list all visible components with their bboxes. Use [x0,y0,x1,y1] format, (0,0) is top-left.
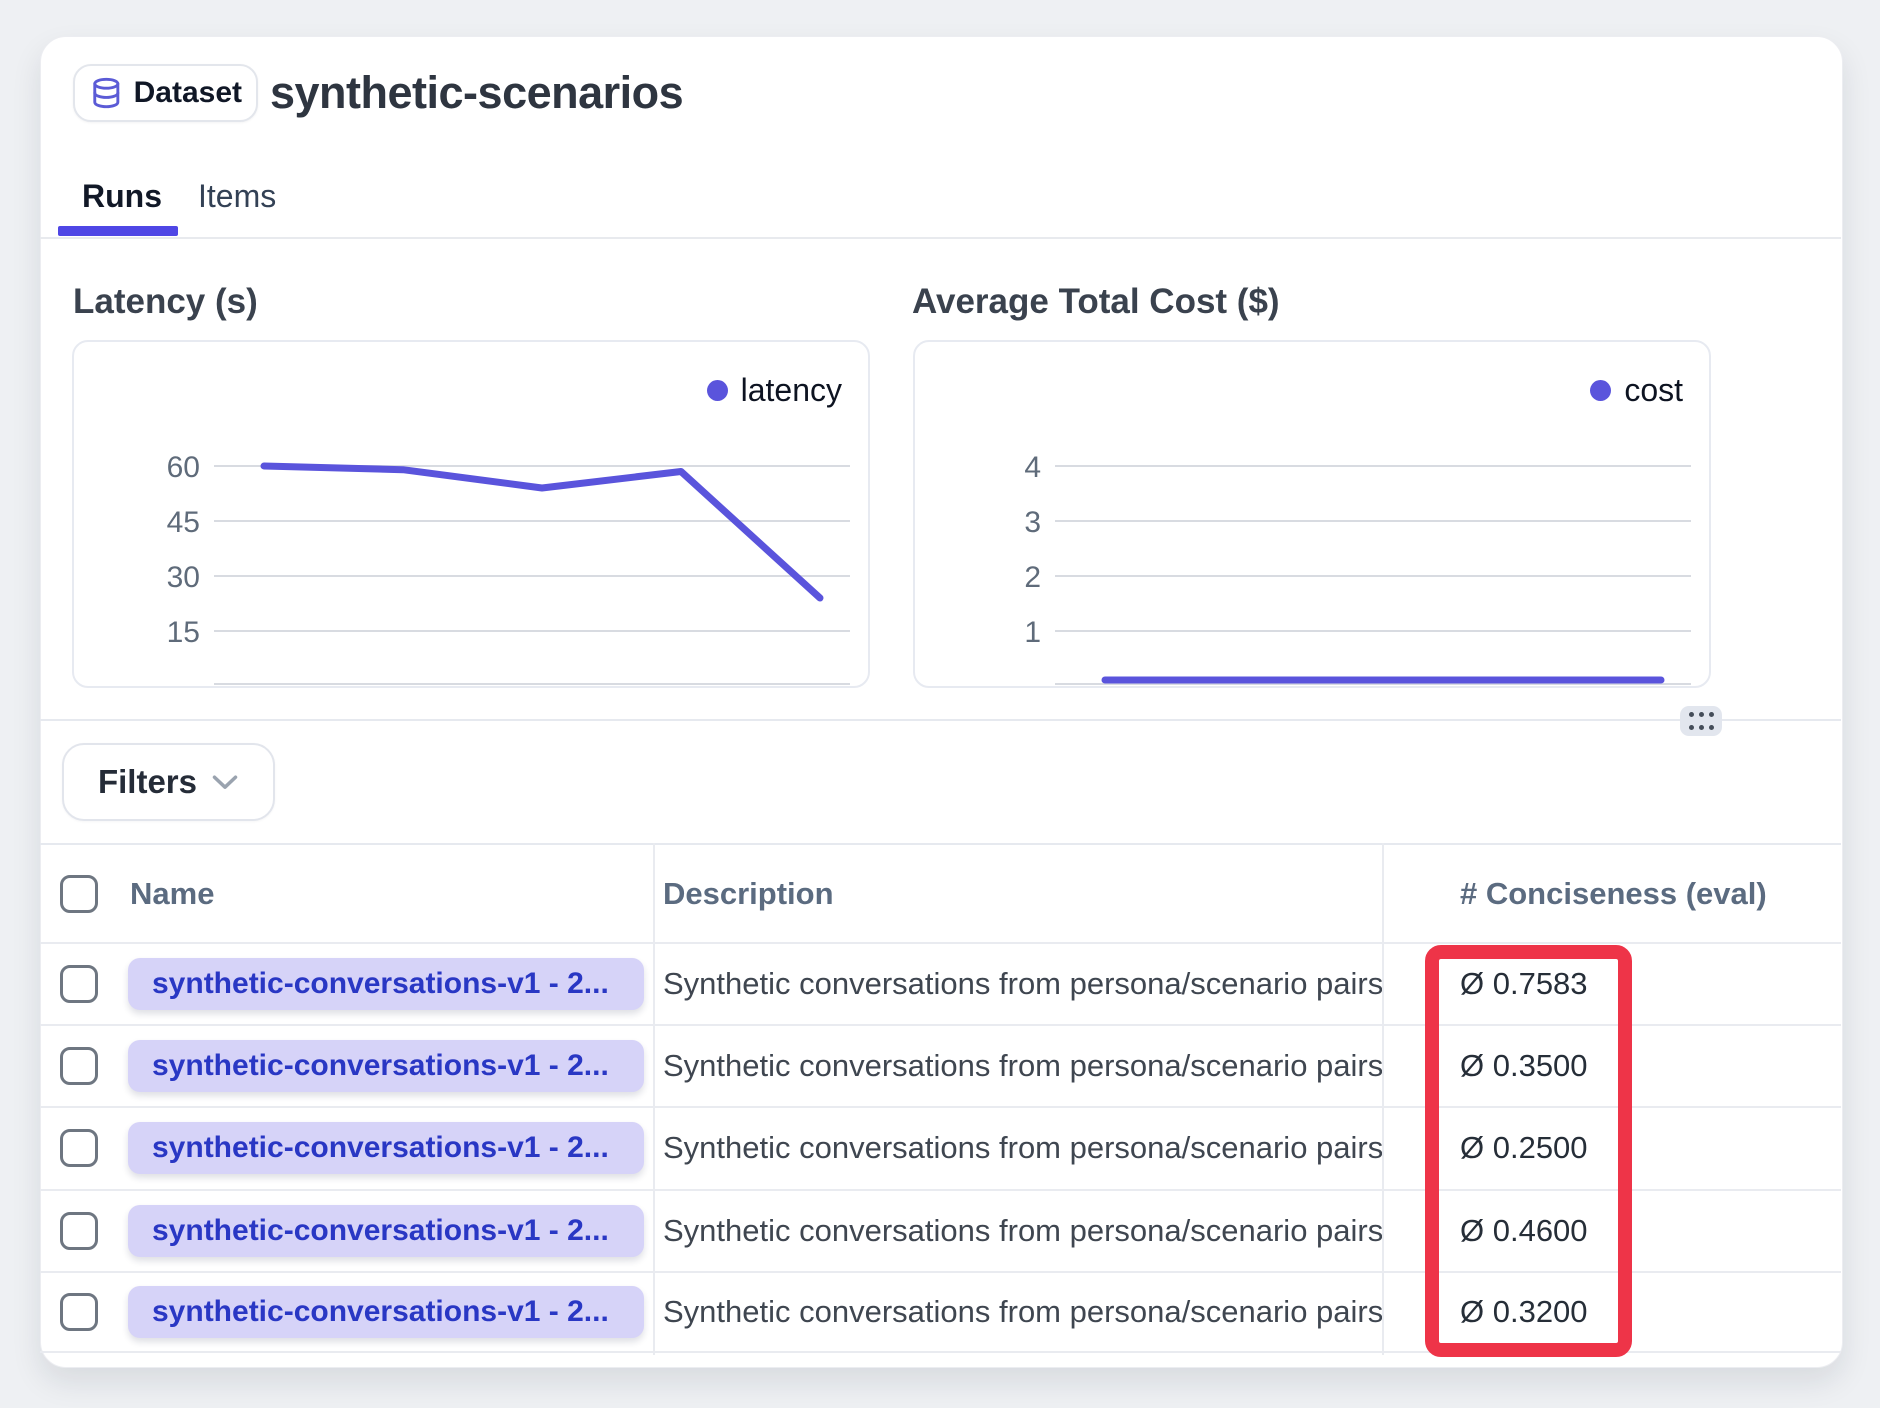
run-description: Synthetic conversations from persona/sce… [663,1048,1383,1084]
page-title: synthetic-scenarios [270,66,683,120]
table-header-row: Name Description # Conciseness (eval) [40,843,1841,942]
column-divider [653,843,655,1355]
table-row: synthetic-conversations-v1 - 2... Synthe… [40,1024,1841,1106]
conciseness-value: Ø 0.7583 [1460,966,1588,1002]
run-name-pill[interactable]: synthetic-conversations-v1 - 2... [128,958,644,1010]
svg-text:4: 4 [1024,451,1041,484]
tab-runs[interactable]: Runs [82,176,162,216]
row-checkbox[interactable] [60,1047,98,1085]
column-header-conciseness: # Conciseness (eval) [1460,876,1767,912]
column-divider [1382,843,1384,1355]
svg-text:45: 45 [167,506,200,539]
conciseness-value: Ø 0.2500 [1460,1130,1588,1166]
resize-drag-handle[interactable] [1680,706,1722,736]
cost-chart-card: 4 3 2 1 cost [913,340,1711,688]
column-header-description: Description [663,876,834,912]
badge-label: Dataset [134,76,242,110]
svg-text:60: 60 [167,451,200,484]
page-background: Dataset synthetic-scenarios Runs Items L… [0,0,1880,1408]
column-header-name: Name [130,876,214,912]
dataset-badge: Dataset [73,64,258,122]
tab-items[interactable]: Items [198,176,276,216]
svg-text:1: 1 [1024,616,1041,649]
svg-text:3: 3 [1024,506,1041,539]
row-checkbox[interactable] [60,1293,98,1331]
run-name-label: synthetic-conversations-v1 - 2... [152,1214,609,1248]
svg-text:2: 2 [1024,561,1041,594]
filters-label: Filters [98,763,197,801]
latency-legend-dot-icon [707,380,728,401]
run-description: Synthetic conversations from persona/sce… [663,1213,1383,1249]
chevron-down-icon [211,774,239,791]
row-checkbox[interactable] [60,965,98,1003]
run-description: Synthetic conversations from persona/sce… [663,1130,1383,1166]
latency-chart-title: Latency (s) [73,282,258,322]
tabs-divider [40,237,1841,239]
run-description: Synthetic conversations from persona/sce… [663,1294,1383,1330]
row-checkbox[interactable] [60,1212,98,1250]
section-divider [40,719,1841,721]
table-row: synthetic-conversations-v1 - 2... Synthe… [40,1106,1841,1188]
run-name-pill[interactable]: synthetic-conversations-v1 - 2... [128,1205,644,1257]
run-name-label: synthetic-conversations-v1 - 2... [152,1295,609,1329]
latency-chart-card: 60 45 30 15 latency [72,340,870,688]
database-icon [89,75,124,111]
run-name-label: synthetic-conversations-v1 - 2... [152,1049,609,1083]
table-row: synthetic-conversations-v1 - 2... Synthe… [40,1189,1841,1271]
table-row: synthetic-conversations-v1 - 2... Synthe… [40,942,1841,1024]
cost-legend-label: cost [1624,372,1683,409]
cost-chart-title: Average Total Cost ($) [912,282,1280,322]
svg-text:15: 15 [167,616,200,649]
active-tab-underline [58,226,178,236]
conciseness-value: Ø 0.4600 [1460,1213,1588,1249]
run-name-pill[interactable]: synthetic-conversations-v1 - 2... [128,1040,644,1092]
run-description: Synthetic conversations from persona/sce… [663,966,1383,1002]
conciseness-value: Ø 0.3200 [1460,1294,1588,1330]
latency-legend-label: latency [741,372,842,409]
table-row: synthetic-conversations-v1 - 2... Synthe… [40,1271,1841,1353]
row-checkbox[interactable] [60,1129,98,1167]
select-all-checkbox[interactable] [60,875,98,913]
run-name-label: synthetic-conversations-v1 - 2... [152,967,609,1001]
filters-button[interactable]: Filters [62,743,275,821]
cost-legend: cost [1590,372,1683,409]
run-name-pill[interactable]: synthetic-conversations-v1 - 2... [128,1286,644,1338]
latency-legend: latency [707,372,842,409]
run-name-pill[interactable]: synthetic-conversations-v1 - 2... [128,1122,644,1174]
cost-legend-dot-icon [1590,380,1611,401]
run-name-label: synthetic-conversations-v1 - 2... [152,1131,609,1165]
conciseness-value: Ø 0.3500 [1460,1048,1588,1084]
svg-text:30: 30 [167,561,200,594]
